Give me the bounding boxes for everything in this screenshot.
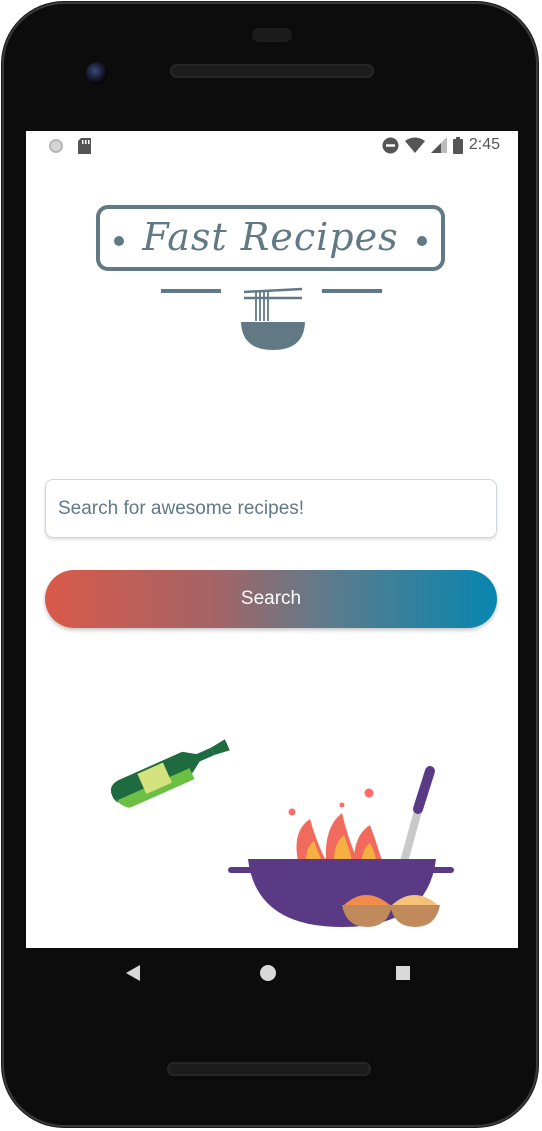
status-bar: 2:45 — [26, 131, 518, 159]
app-screen: 2:45 Fast Recipes Search — [26, 131, 518, 948]
back-icon[interactable] — [125, 964, 141, 982]
phone-frame: 2:45 Fast Recipes Search — [2, 2, 538, 1127]
logo-divider-right — [322, 289, 382, 293]
bottom-speaker-grille — [167, 1062, 371, 1076]
status-icons: 2:45 — [382, 136, 500, 154]
earpiece-speaker — [170, 64, 374, 78]
home-icon[interactable] — [259, 964, 277, 982]
signal-icon — [430, 137, 447, 153]
app-title: Fast Recipes — [142, 215, 399, 259]
wifi-icon — [404, 137, 425, 153]
circle-indicator-icon — [49, 139, 63, 153]
noodle-bowl-icon — [241, 287, 305, 350]
app-logo-frame: Fast Recipes — [96, 205, 445, 271]
status-time: 2:45 — [468, 136, 500, 153]
logo-divider-left — [161, 289, 221, 293]
do-not-disturb-icon — [382, 137, 399, 153]
sd-card-icon — [78, 138, 91, 154]
battery-icon — [452, 136, 463, 154]
search-input[interactable] — [45, 479, 497, 538]
front-camera — [86, 62, 108, 84]
oil-bottle-icon — [110, 739, 230, 808]
cooking-illustration — [110, 739, 454, 927]
recents-icon[interactable] — [395, 965, 411, 981]
search-button[interactable]: Search — [45, 570, 497, 628]
logo-dot-right — [417, 236, 427, 246]
top-speaker-grille — [252, 28, 292, 42]
